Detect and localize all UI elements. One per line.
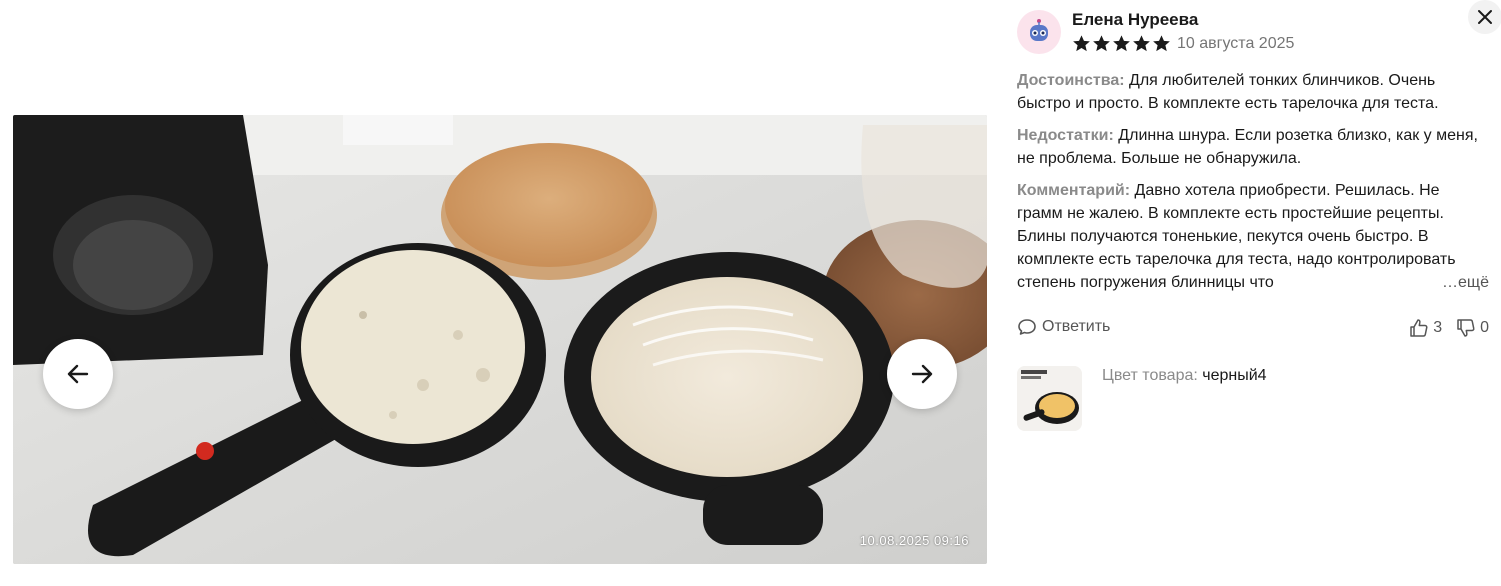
- review-author[interactable]: Елена Нуреева: [1072, 10, 1198, 30]
- close-button[interactable]: [1468, 0, 1501, 34]
- review-date: 10 августа 2025: [1177, 34, 1295, 52]
- arrow-right-icon: [911, 364, 933, 384]
- cons-section: Недостатки: Длинна шнура. Если розетка б…: [1017, 124, 1489, 170]
- rating-row: 10 августа 2025: [1072, 34, 1294, 53]
- cons-label: Недостатки:: [1017, 127, 1114, 144]
- robot-avatar-icon: [1030, 19, 1048, 41]
- product-variant: Цвет товара: черный4: [1017, 366, 1489, 432]
- dislike-count: 0: [1480, 319, 1489, 336]
- review-photo: 10.08.2025 09:16: [13, 115, 987, 564]
- product-color: Цвет товара: черный4: [1102, 367, 1267, 385]
- avatar[interactable]: [1017, 10, 1061, 54]
- previous-photo-button[interactable]: [43, 339, 113, 409]
- thumbs-down-icon: [1457, 319, 1475, 337]
- reply-label: Ответить: [1042, 318, 1111, 335]
- comment-label: Комментарий:: [1017, 182, 1131, 199]
- reply-button[interactable]: Ответить: [1017, 318, 1110, 336]
- rating-stars: [1072, 34, 1171, 53]
- review-actions: Ответить 3 0: [1017, 316, 1489, 340]
- star-icon: [1133, 35, 1150, 52]
- next-photo-button[interactable]: [887, 339, 957, 409]
- star-icon: [1073, 35, 1090, 52]
- product-thumbnail[interactable]: [1017, 366, 1082, 431]
- pancake-maker-photo: [13, 115, 987, 564]
- review-body: Достоинства: Для любителей тонких блинчи…: [1017, 69, 1489, 303]
- like-count: 3: [1433, 319, 1443, 336]
- color-label: Цвет товара:: [1102, 367, 1198, 384]
- star-icon: [1093, 35, 1110, 52]
- arrow-left-icon: [67, 364, 89, 384]
- close-icon: [1478, 10, 1492, 24]
- star-icon: [1153, 35, 1170, 52]
- star-icon: [1113, 35, 1130, 52]
- votes: 3 0: [1409, 318, 1489, 338]
- comment-section: Комментарий: Давно хотела приобрести. Ре…: [1017, 179, 1489, 294]
- pros-label: Достоинства:: [1017, 72, 1125, 89]
- product-image: [1017, 366, 1082, 431]
- comment-bubble-icon: [1018, 319, 1036, 335]
- pros-section: Достоинства: Для любителей тонких блинчи…: [1017, 69, 1489, 115]
- like-button[interactable]: 3: [1409, 318, 1442, 338]
- dislike-button[interactable]: 0: [1456, 318, 1489, 338]
- photo-timestamp: 10.08.2025 09:16: [859, 533, 969, 548]
- thumbs-up-icon: [1410, 319, 1428, 337]
- read-more-link[interactable]: …ещё: [1404, 271, 1489, 294]
- color-value: черный4: [1202, 367, 1267, 384]
